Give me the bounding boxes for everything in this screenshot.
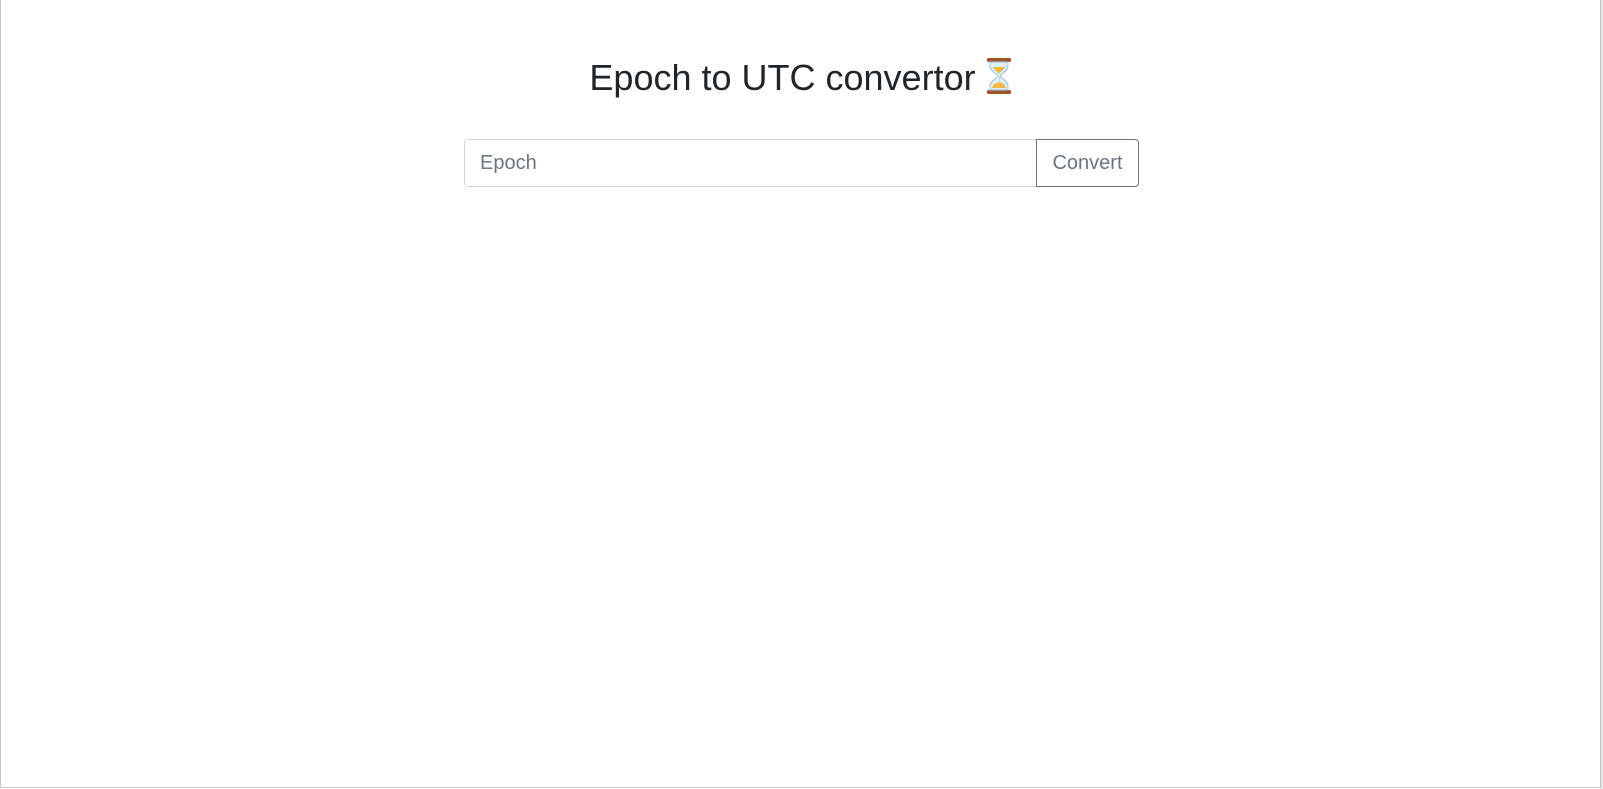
epoch-input[interactable] [464,139,1036,187]
page-frame [0,0,1601,788]
page-title-text: Epoch to UTC convertor [589,57,976,98]
hourglass-icon [986,58,1011,94]
page-title: Epoch to UTC convertor [0,52,1603,104]
convert-button[interactable]: Convert [1036,139,1139,187]
epoch-input-group: Convert [464,139,1139,187]
